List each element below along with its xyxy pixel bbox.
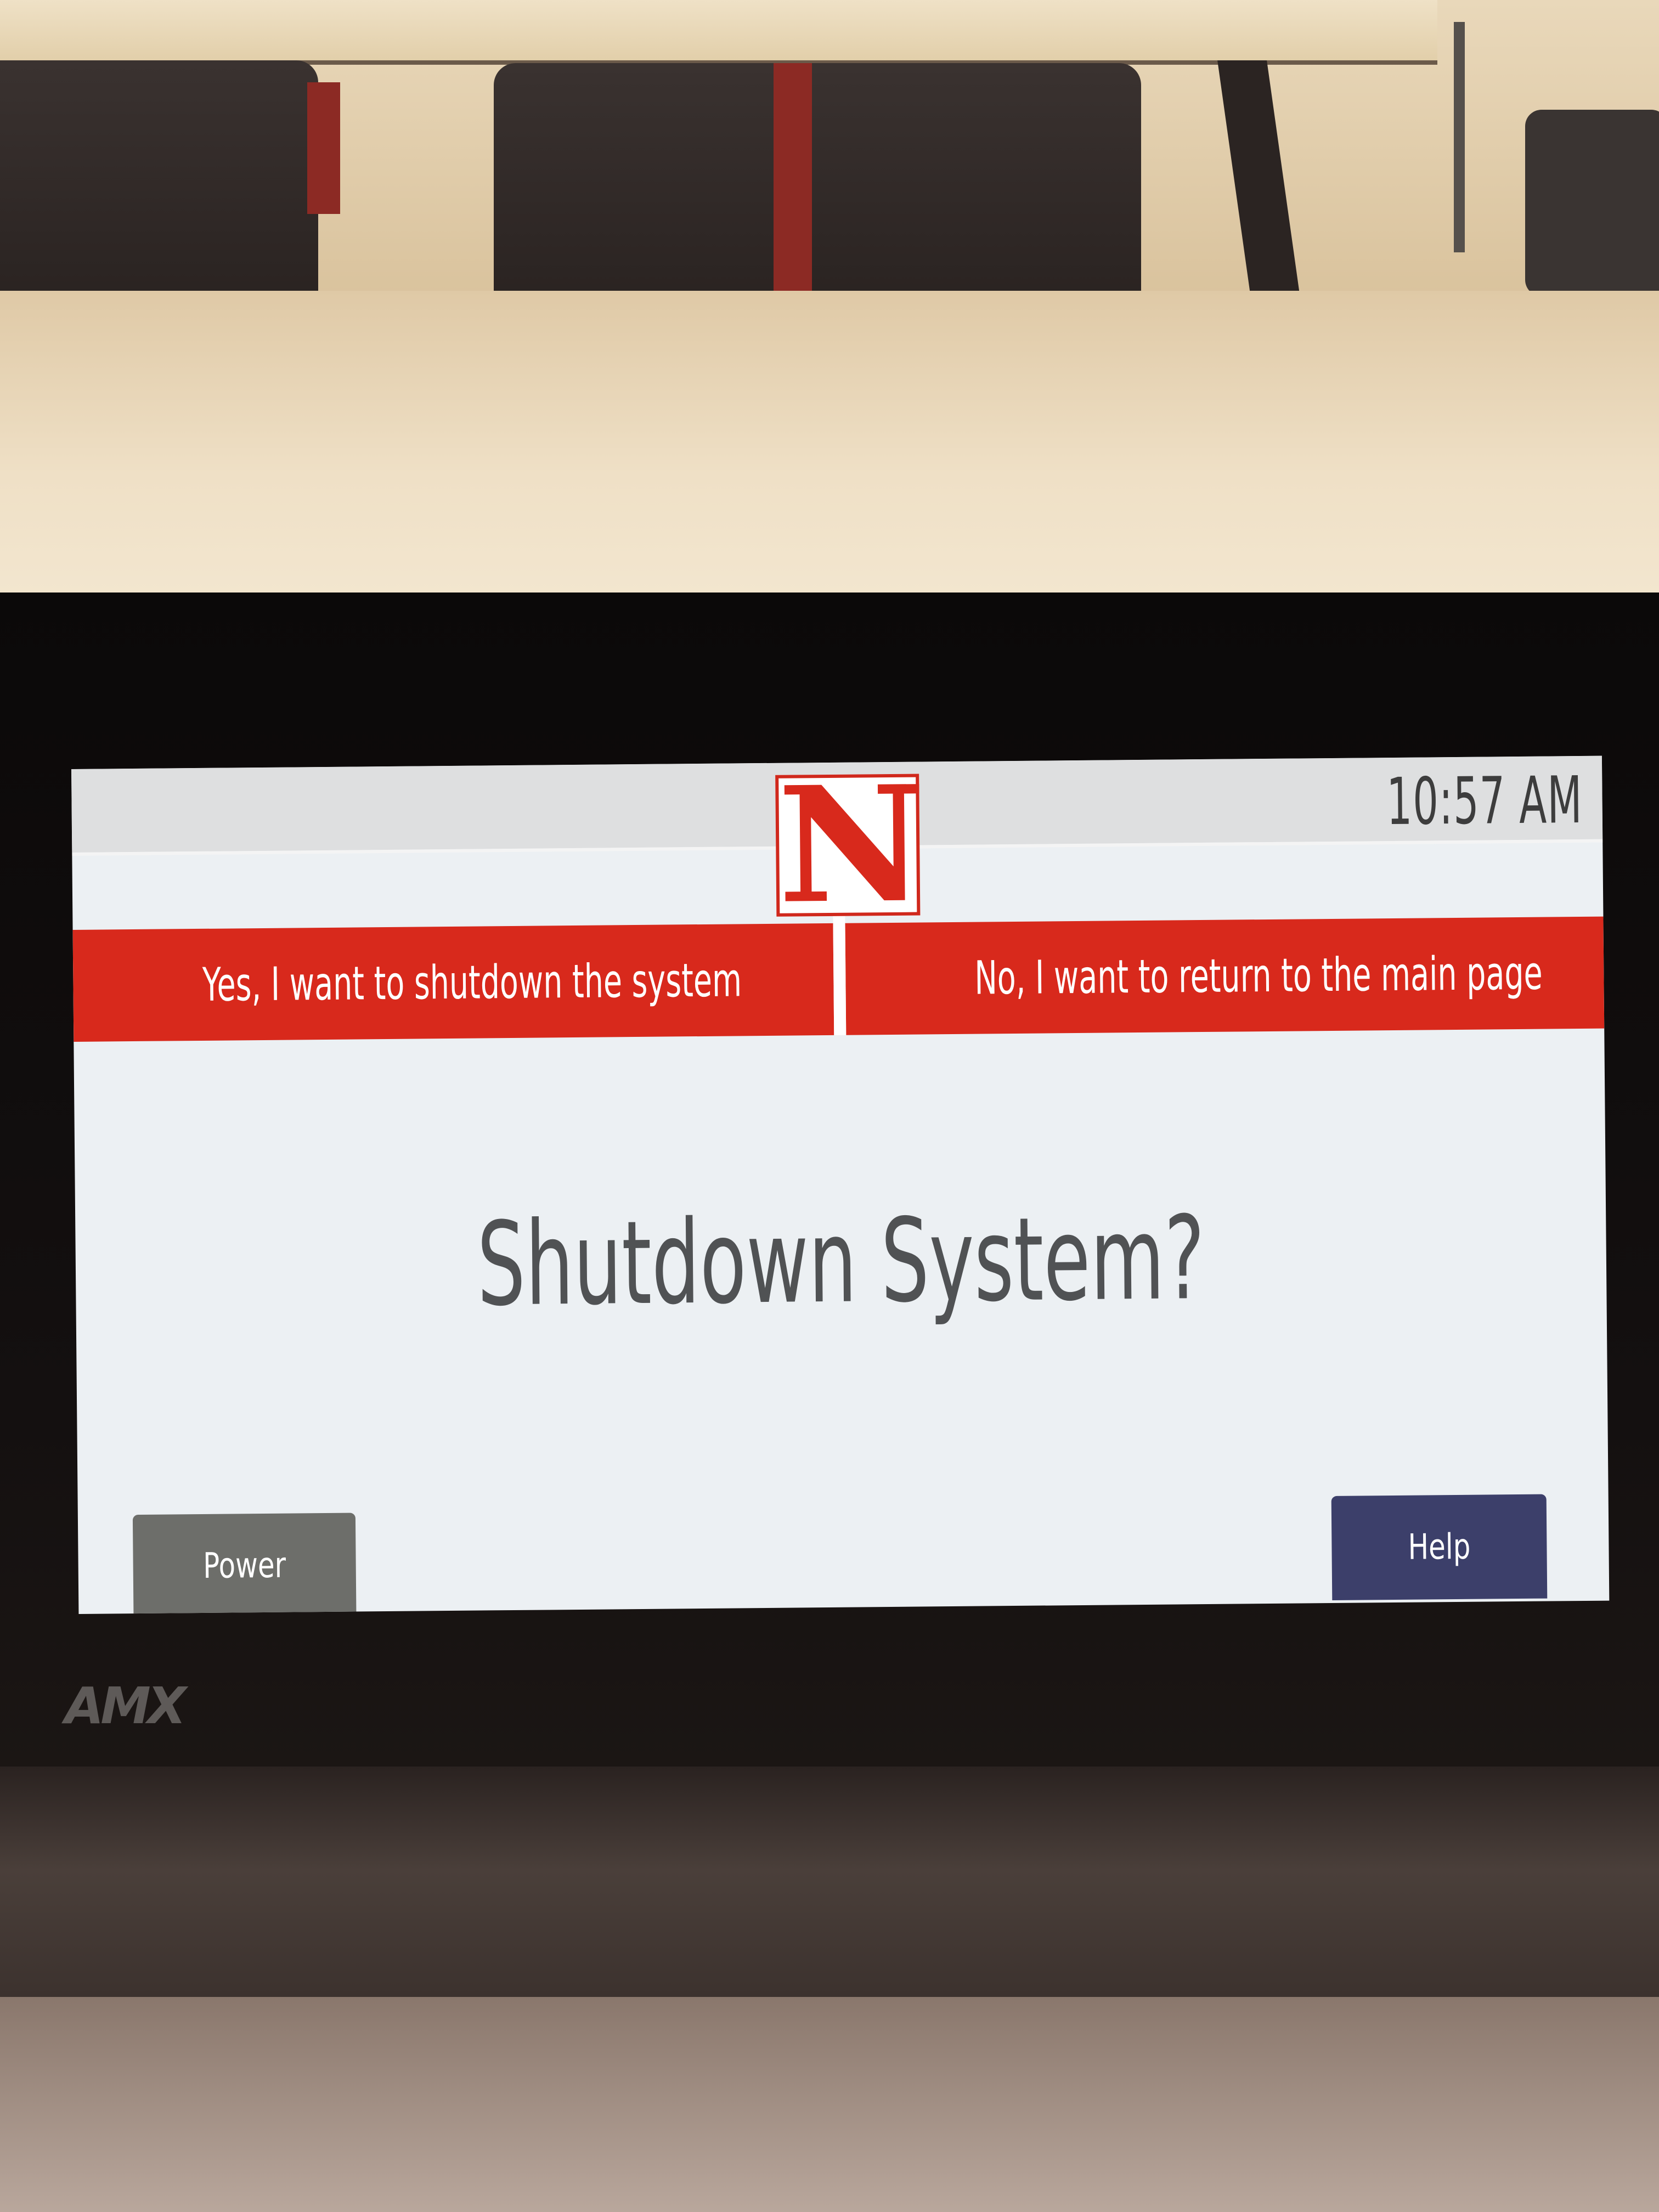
chair (494, 63, 1141, 304)
touch-screen: 10:57 AM Yes, I want to shutdown the sys… (71, 755, 1610, 1614)
chair-stripe (307, 82, 340, 214)
panel-tray (0, 1767, 1659, 1997)
desk-surface (0, 1997, 1659, 2212)
power-button[interactable]: Power (132, 1513, 357, 1614)
page-title: Shutdown System? (476, 1191, 1206, 1332)
return-main-page-button[interactable]: No, I want to return to the main page (845, 916, 1605, 1035)
help-button[interactable]: Help (1331, 1494, 1548, 1601)
confirm-shutdown-button[interactable]: Yes, I want to shutdown the system (72, 923, 834, 1042)
near-table (0, 291, 1659, 598)
clock: 10:57 AM (1386, 761, 1583, 840)
table-leg (1454, 22, 1465, 252)
chair (0, 60, 318, 302)
power-label: Power (202, 1545, 286, 1587)
chair-frame (1525, 110, 1659, 296)
device-brand-logo: AMX (65, 1677, 187, 1735)
far-table (0, 0, 1437, 65)
return-main-page-label: No, I want to return to the main page (974, 946, 1543, 1005)
photo-scene: AMX 10:57 AM Yes, I want to shutdown the… (0, 0, 1659, 2212)
nebraska-n-logo: N (775, 755, 927, 939)
logo-letter: N (777, 755, 927, 939)
chair-stripe (774, 63, 812, 304)
help-label: Help (1408, 1526, 1471, 1568)
confirm-shutdown-label: Yes, I want to shutdown the system (202, 953, 742, 1012)
